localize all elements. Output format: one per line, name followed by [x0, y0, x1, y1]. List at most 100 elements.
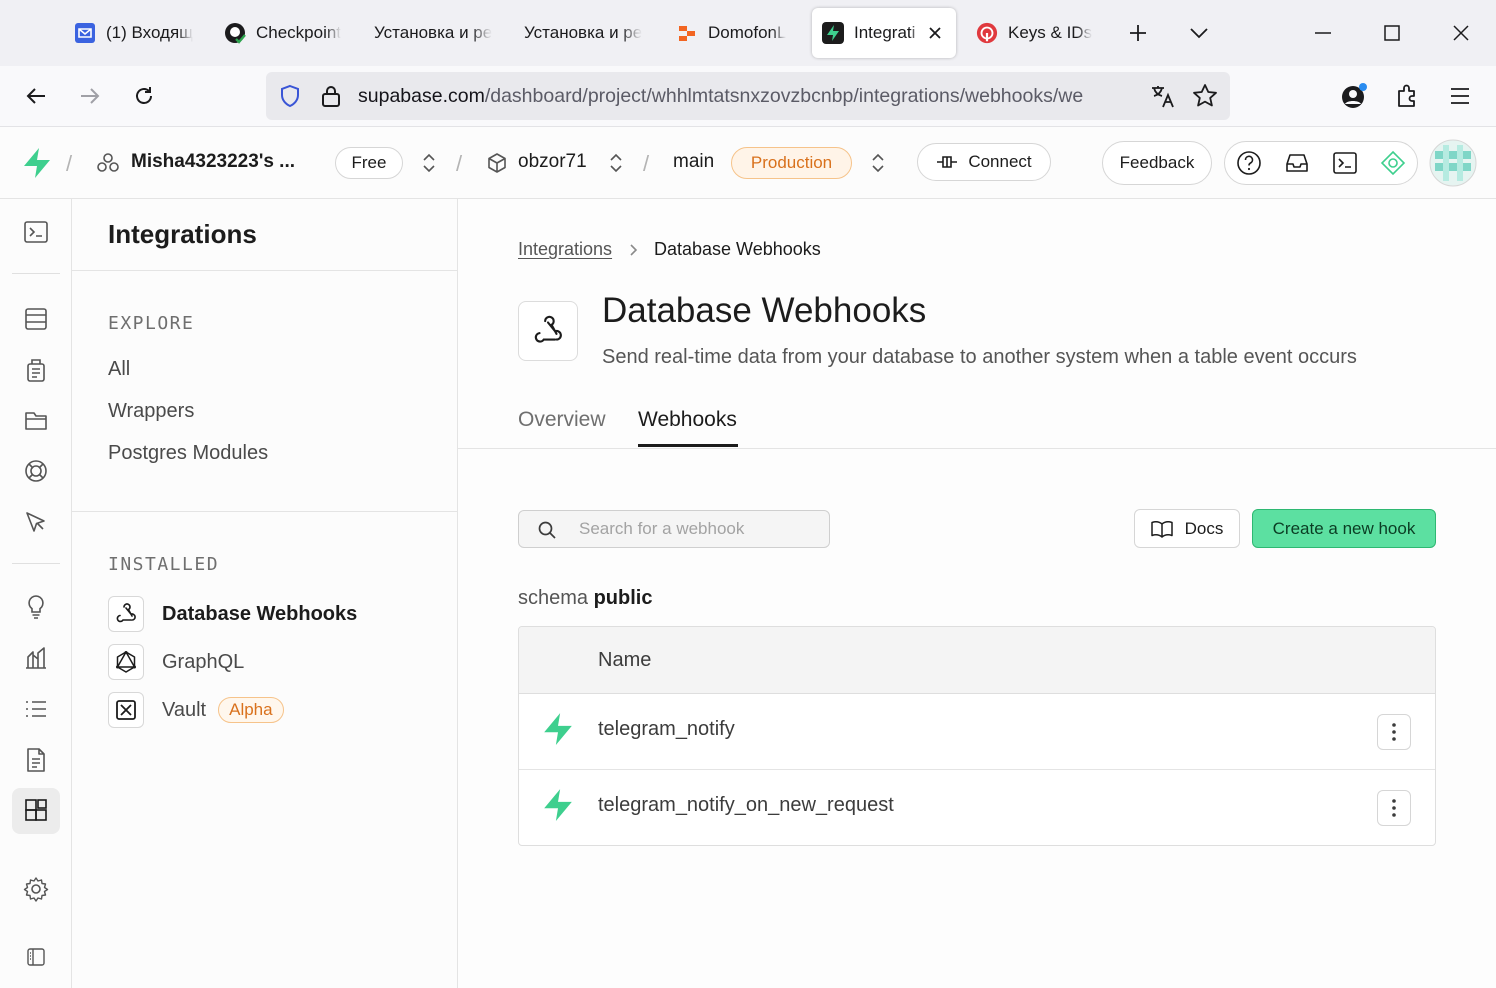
bookmark-star-icon[interactable]: [1192, 83, 1218, 109]
lock-icon[interactable]: [320, 84, 342, 108]
rail-storage[interactable]: [12, 397, 60, 443]
breadcrumb-integrations[interactable]: Integrations: [518, 239, 612, 260]
realtime-icon: [25, 460, 47, 482]
extensions-button[interactable]: [1390, 78, 1426, 114]
tab-list-button[interactable]: [1182, 16, 1216, 50]
table-icon: [25, 308, 47, 330]
sidebar-item-vault[interactable]: Vault Alpha: [108, 692, 284, 728]
org-switcher-chevron-icon[interactable]: [421, 151, 437, 175]
column-header-name: Name: [598, 649, 652, 671]
sidebar-item-all[interactable]: All: [108, 358, 130, 381]
rail-divider: [12, 563, 60, 564]
sidebar-item-database-webhooks[interactable]: Database Webhooks: [108, 596, 357, 632]
rail-logs[interactable]: [12, 686, 60, 732]
sidebar-item-postgres-modules[interactable]: Postgres Modules: [108, 442, 268, 465]
active-tab-indicator: [638, 444, 738, 447]
hamburger-icon: [1451, 88, 1469, 104]
browser-tab-keys[interactable]: Keys & IDs: [966, 8, 1106, 58]
browser-tab-install-2[interactable]: Установка и ре: [514, 8, 654, 58]
rail-collapse-toggle[interactable]: [12, 934, 60, 980]
chevron-down-icon: [1190, 28, 1208, 39]
installed-heading: INSTALLED: [108, 554, 220, 575]
explore-heading: EXPLORE: [108, 313, 195, 334]
organization-name[interactable]: Misha4323223's ...: [131, 151, 295, 173]
browser-tab-domofon[interactable]: DomofonL: [666, 8, 806, 58]
search-input[interactable]: [579, 511, 819, 547]
inbox-icon[interactable]: [1284, 150, 1310, 176]
sidebar-divider: [72, 511, 457, 512]
integrations-sidebar: Integrations EXPLORE All Wrappers Postgr…: [72, 199, 458, 988]
tab-webhooks[interactable]: Webhooks: [638, 408, 737, 432]
row-actions-button[interactable]: [1377, 714, 1411, 750]
breadcrumb-current: Database Webhooks: [654, 239, 821, 259]
reload-icon: [136, 87, 152, 104]
rail-realtime[interactable]: [12, 448, 60, 494]
new-tab-button[interactable]: [1121, 16, 1155, 50]
terminal-icon[interactable]: [1332, 150, 1358, 176]
table-row[interactable]: telegram_notify_on_new_request: [519, 770, 1435, 845]
browser-tab-mail[interactable]: (1) Входящ: [64, 8, 204, 58]
rail-table-editor[interactable]: [12, 296, 60, 342]
project-name[interactable]: obzor71: [518, 151, 587, 173]
menu-button[interactable]: [1442, 78, 1478, 114]
translate-icon[interactable]: [1150, 83, 1176, 109]
back-button[interactable]: [18, 78, 54, 114]
breadcrumb-separator: /: [643, 151, 650, 176]
create-hook-button[interactable]: Create a new hook: [1252, 509, 1436, 548]
primary-nav-rail: [0, 199, 72, 988]
rail-api-docs[interactable]: [12, 737, 60, 783]
lightbulb-icon: [28, 595, 44, 619]
rail-advisors[interactable]: [12, 584, 60, 630]
browser-tab-github[interactable]: Checkpoint: [214, 8, 354, 58]
schema-name: public: [593, 587, 653, 609]
rail-reports[interactable]: [12, 635, 60, 681]
keys-icon: [976, 22, 998, 44]
browser-tab-integrations[interactable]: Integrati: [812, 8, 956, 58]
browser-tab-title: Установка и ре: [524, 23, 643, 42]
sidebar-toggle-icon: [27, 948, 45, 966]
book-icon: [1150, 520, 1173, 538]
row-actions-button[interactable]: [1377, 790, 1411, 826]
docs-button[interactable]: Docs: [1134, 509, 1240, 548]
project-box-icon: [486, 152, 508, 174]
sidebar-item-label: Vault: [162, 698, 207, 721]
feedback-button[interactable]: Feedback: [1102, 141, 1212, 185]
connect-button[interactable]: Connect: [917, 143, 1051, 181]
close-window-button[interactable]: [1444, 16, 1478, 50]
url-text[interactable]: supabase.com/dashboard/project/whhlmtats…: [358, 72, 1148, 120]
terminal-icon: [24, 221, 48, 243]
reload-button[interactable]: [126, 78, 162, 114]
arrow-right-icon: [81, 88, 100, 104]
supabase-logo-icon[interactable]: [22, 147, 52, 179]
rail-database[interactable]: [12, 347, 60, 393]
arrow-left-icon: [26, 88, 45, 104]
help-icon[interactable]: [1236, 150, 1262, 176]
shield-icon[interactable]: [278, 84, 302, 108]
branch-name[interactable]: main: [673, 151, 714, 173]
address-bar[interactable]: supabase.com/dashboard/project/whhlmtats…: [266, 72, 1230, 120]
browser-tab-install-1[interactable]: Установка и ре: [364, 8, 504, 58]
environment-badge: Production: [731, 147, 852, 179]
docs-label: Docs: [1184, 518, 1224, 538]
maximize-button[interactable]: [1375, 16, 1409, 50]
branch-switcher-chevron-icon[interactable]: [870, 151, 886, 175]
project-switcher-chevron-icon[interactable]: [608, 151, 624, 175]
rail-sql-editor[interactable]: [12, 209, 60, 255]
account-button[interactable]: [1336, 78, 1372, 114]
close-tab-icon[interactable]: [928, 26, 942, 40]
webhook-search-field[interactable]: [518, 510, 830, 548]
sidebar-item-graphql[interactable]: GraphQL: [108, 644, 244, 680]
tab-overview[interactable]: Overview: [518, 408, 606, 432]
rail-integrations[interactable]: [12, 788, 60, 834]
rail-settings[interactable]: [12, 866, 60, 912]
minimize-button[interactable]: [1306, 16, 1340, 50]
sidebar-item-wrappers[interactable]: Wrappers: [108, 400, 194, 423]
table-row[interactable]: telegram_notify: [519, 694, 1435, 770]
main-content: Integrations Database Webhooks Database …: [458, 199, 1496, 988]
list-icon: [26, 701, 46, 717]
forward-button[interactable]: [72, 78, 108, 114]
rail-edge-functions[interactable]: [12, 499, 60, 545]
sidebar-item-label: Database Webhooks: [162, 602, 358, 625]
assistant-icon[interactable]: [1380, 150, 1406, 176]
avatar[interactable]: [1429, 139, 1477, 187]
